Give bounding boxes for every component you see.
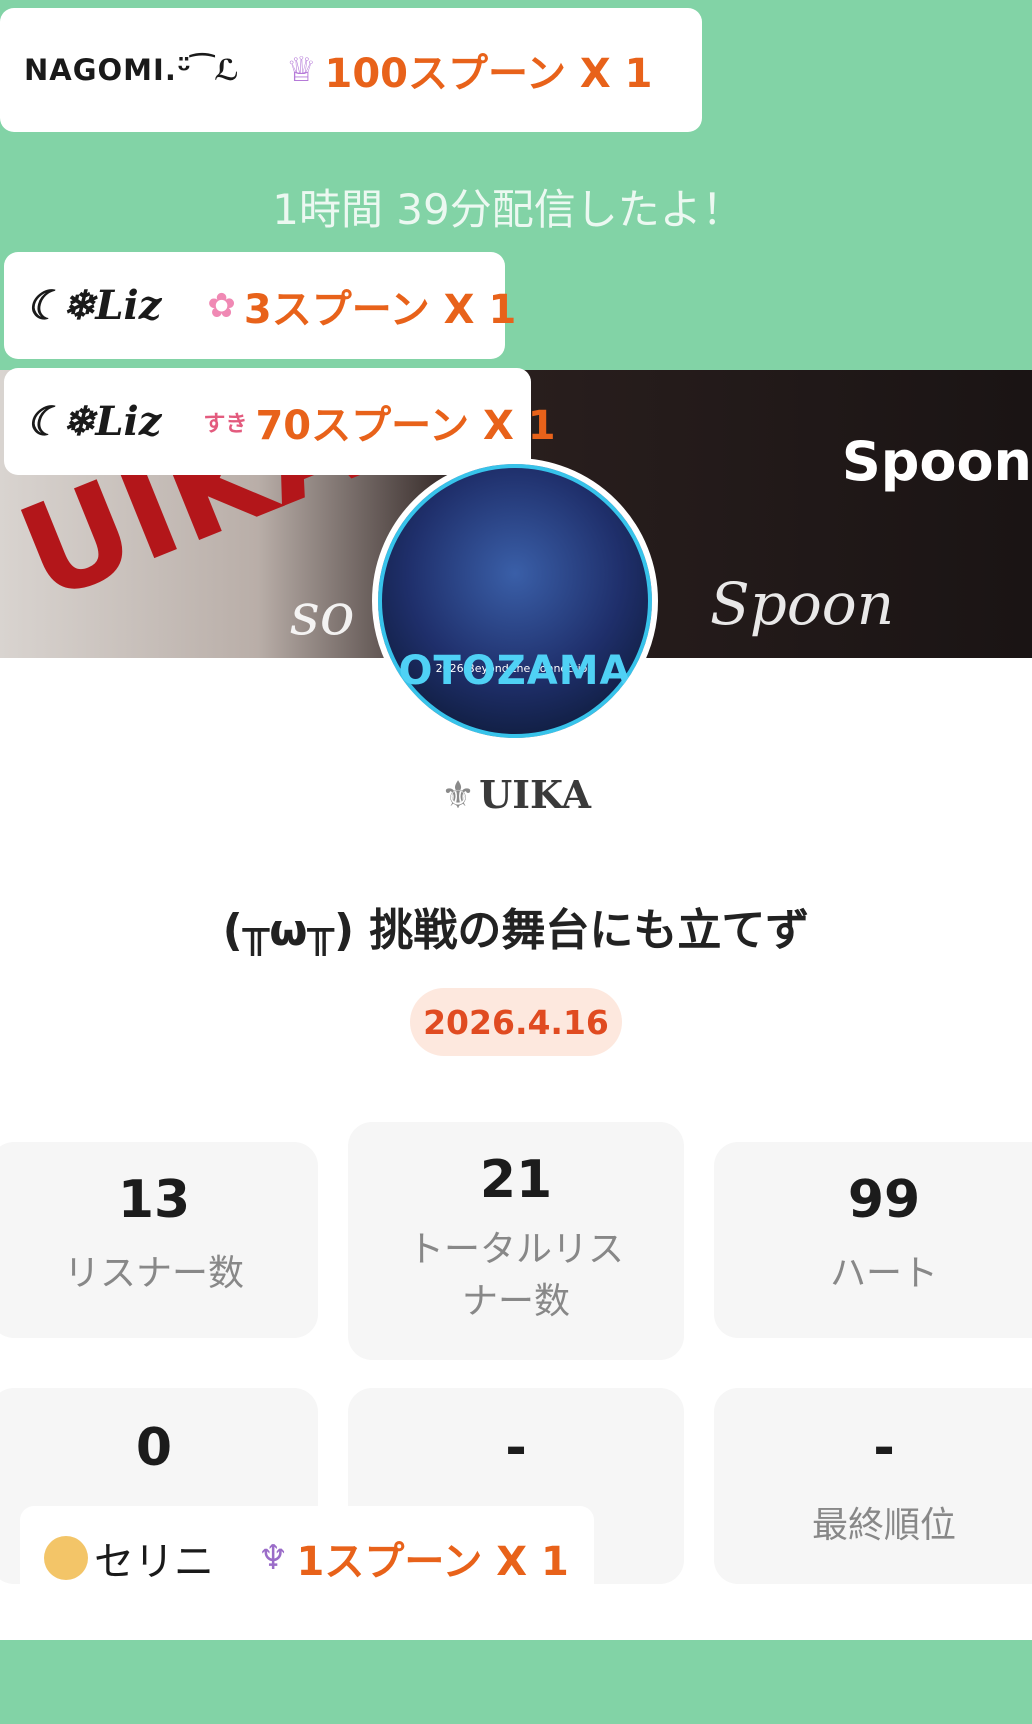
suki-hearts-icon: すき	[203, 411, 248, 437]
gift-sender-name: ☾❄Liz	[26, 398, 162, 445]
broadcast-duration: 1時間 39分配信したよ！	[272, 185, 744, 234]
avatar[interactable]: 2026 Beyond the connection OTOZAMA	[372, 458, 658, 744]
profile-name-text: UIKA	[479, 772, 591, 817]
gift-notice: セリニ ♆ 1スプーン X 1	[20, 1506, 594, 1610]
stat-value: -	[873, 1418, 895, 1478]
fleur-icon: ⚜	[441, 773, 476, 817]
stat-label: 最終順位	[811, 1505, 956, 1546]
stat-card-listeners: 13 リスナー数	[0, 1142, 318, 1338]
stat-value: 99	[847, 1170, 921, 1230]
stat-card-hearts: 99 ハート	[714, 1142, 1032, 1338]
footer-background	[0, 1640, 1032, 1724]
stat-value: 21	[479, 1150, 553, 1210]
gift-sender-name: ☾❄Liz	[26, 282, 162, 329]
banner-script-left: so	[290, 580, 355, 648]
gift-notice: ☾❄Liz すき 70スプーン X 1	[4, 368, 556, 475]
gift-sender-name: セリニ	[94, 1539, 214, 1585]
banner-brand: Spoon	[841, 430, 1032, 493]
flower-icon: ✿	[207, 285, 236, 326]
gift-amount: 100スプーン X 1	[324, 51, 653, 97]
profile-name[interactable]: ⚜ UIKA	[0, 772, 1032, 817]
stat-value: 0	[135, 1418, 173, 1478]
stat-value: 13	[117, 1170, 191, 1230]
banner-script-right: Spoon	[710, 570, 895, 638]
moon-icon	[44, 1536, 88, 1580]
stat-label: リスナー数	[63, 1253, 244, 1294]
broadcast-title: (╥ω╥) 挑戦の舞台にも立てず	[222, 905, 810, 956]
parfait-icon: ♆	[258, 1538, 289, 1578]
stat-value: -	[505, 1418, 527, 1478]
gift-notice: ☾❄Liz ✿ 3スプーン X 1	[4, 252, 516, 359]
avatar-label: OTOZAMA	[398, 648, 632, 694]
crown-icon: ♕	[286, 50, 317, 90]
stat-card-total-listeners: 21 トータルリスナー数	[348, 1122, 684, 1360]
stat-card-final-rank: - 最終順位	[714, 1388, 1032, 1584]
stat-label: ハート	[829, 1253, 938, 1294]
stat-label: トータルリスナー数	[407, 1229, 624, 1323]
gift-notice: NAGOMI.ᵕ̈ ͡ ℒ ♕ 100スプーン X 1	[0, 8, 702, 132]
date-badge: 2026.4.16	[410, 988, 622, 1056]
gift-sender-name: NAGOMI.ᵕ̈ ͡ ℒ	[24, 53, 241, 87]
gift-amount: 3スプーン X 1	[243, 286, 517, 333]
gift-amount: 1スプーン X 1	[296, 1539, 569, 1585]
gift-amount: 70スプーン X 1	[255, 402, 556, 449]
